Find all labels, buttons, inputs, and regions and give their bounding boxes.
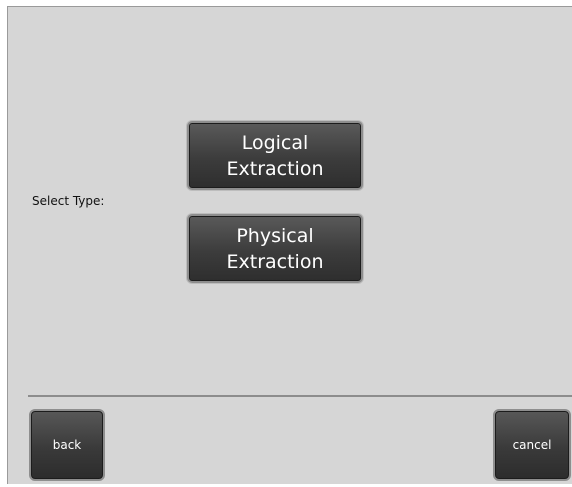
extraction-type-screen: Select Type: Logical Extraction Physical… (7, 6, 572, 484)
physical-extraction-button[interactable]: Physical Extraction (187, 214, 363, 283)
cancel-button-label: cancel (512, 438, 552, 452)
logical-extraction-label-line1: Logical (241, 131, 309, 154)
back-button-label: back (52, 438, 82, 452)
logical-extraction-button[interactable]: Logical Extraction (187, 121, 363, 190)
physical-extraction-label-line2: Extraction (226, 250, 324, 273)
back-button[interactable]: back (29, 409, 105, 481)
logical-extraction-label-line2: Extraction (226, 157, 324, 180)
physical-extraction-label-line1: Physical (236, 224, 314, 247)
footer-divider (28, 395, 572, 397)
select-type-label: Select Type: (32, 194, 105, 208)
cancel-button[interactable]: cancel (493, 409, 571, 481)
